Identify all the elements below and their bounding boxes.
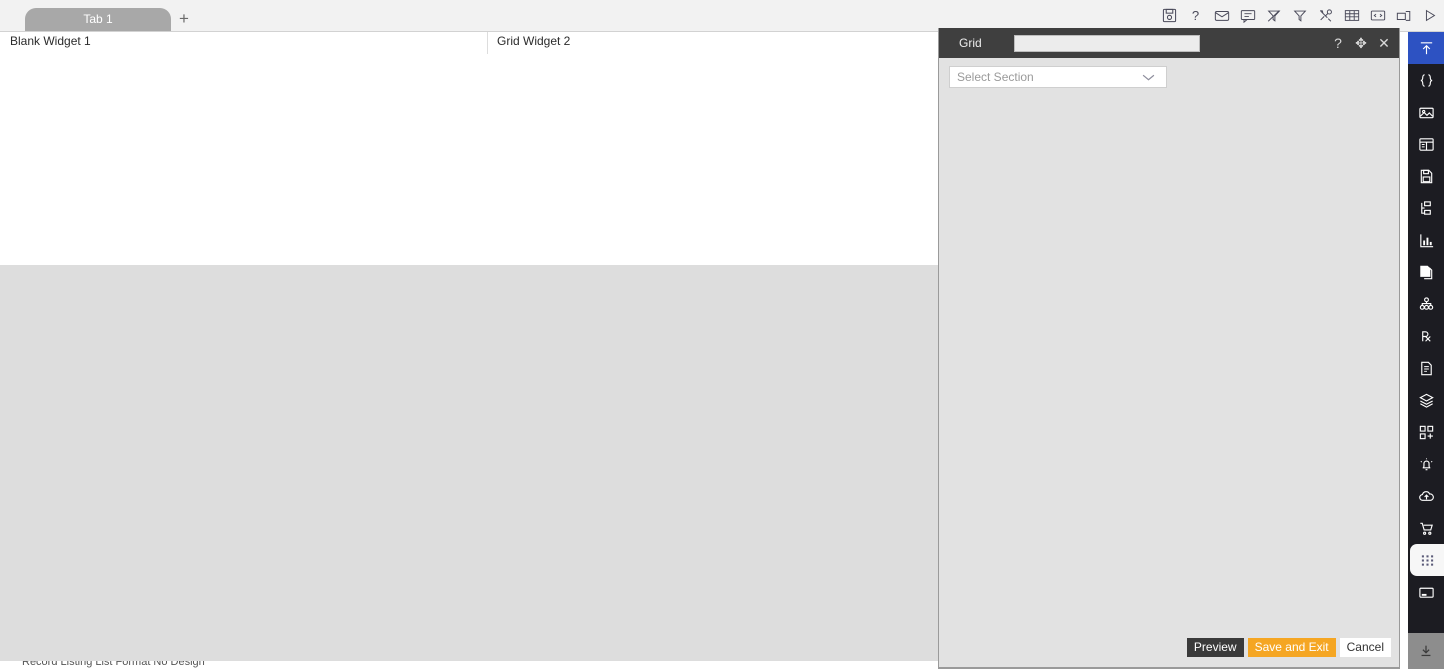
help-icon[interactable]: ? <box>1331 35 1345 51</box>
right-toolbar-rail <box>1408 32 1444 669</box>
cancel-button[interactable]: Cancel <box>1339 638 1391 657</box>
prescription-rx-icon[interactable] <box>1408 320 1444 352</box>
grid-widget-2-label: Grid Widget 2 <box>497 34 571 48</box>
panel-header: Grid ? ✥ ✕ <box>939 28 1399 58</box>
form-panel-icon[interactable] <box>1408 128 1444 160</box>
collapse-top-icon[interactable] <box>1408 32 1444 64</box>
filter-icon[interactable] <box>1291 7 1308 24</box>
network-icon[interactable] <box>1408 288 1444 320</box>
layers-icon[interactable] <box>1408 384 1444 416</box>
application-window: Tab 1 + ? Blank Widget 1 Grid Widget 2 R… <box>0 0 1444 669</box>
curly-braces-icon[interactable] <box>1408 64 1444 96</box>
chart-icon[interactable] <box>1408 224 1444 256</box>
cutoff-text-row: Record Listing List Format No Design <box>0 661 938 669</box>
duplicate-icon[interactable] <box>1395 7 1412 24</box>
help-icon[interactable]: ? <box>1187 7 1204 24</box>
save-and-exit-button[interactable]: Save and Exit <box>1247 638 1336 657</box>
add-tab-button[interactable]: + <box>171 8 197 31</box>
widget-gray-area[interactable] <box>0 265 938 661</box>
save-document-icon[interactable] <box>1408 160 1444 192</box>
image-icon[interactable] <box>1408 96 1444 128</box>
tools-icon[interactable] <box>1317 7 1334 24</box>
tab-strip: Tab 1 + <box>0 0 197 31</box>
design-canvas[interactable]: Blank Widget 1 Grid Widget 2 Record List… <box>0 32 938 669</box>
clear-filter-icon[interactable] <box>1265 7 1282 24</box>
alert-bell-icon[interactable] <box>1408 448 1444 480</box>
panel-body: Select Section Preview Save and Exit Can… <box>939 58 1399 669</box>
grid-properties-panel: Grid ? ✥ ✕ Select Section Preview Save a… <box>938 28 1400 669</box>
download-icon[interactable] <box>1408 633 1444 669</box>
save-icon[interactable] <box>1161 7 1178 24</box>
comment-icon[interactable] <box>1239 7 1256 24</box>
run-icon[interactable] <box>1421 7 1438 24</box>
mail-icon[interactable] <box>1213 7 1230 24</box>
top-toolbar-icons: ? <box>1161 0 1438 31</box>
document-lines-icon[interactable] <box>1408 352 1444 384</box>
grid-dots-icon[interactable] <box>1410 544 1444 576</box>
chevron-down-icon <box>1141 73 1166 82</box>
grid-name-input[interactable] <box>1014 34 1200 52</box>
select-section-dropdown[interactable]: Select Section <box>949 66 1167 88</box>
panel-footer-buttons: Preview Save and Exit Cancel <box>1186 638 1391 657</box>
tab-tab-1[interactable]: Tab 1 <box>25 8 171 31</box>
panel-header-icons: ? ✥ ✕ <box>1331 28 1391 58</box>
svg-text:?: ? <box>1192 8 1199 23</box>
page-copy-icon[interactable] <box>1408 256 1444 288</box>
move-icon[interactable]: ✥ <box>1354 35 1368 51</box>
cutoff-label: Record Listing List Format No Design <box>22 661 205 668</box>
select-section-value: Select Section <box>957 70 1034 84</box>
shopping-cart-icon[interactable] <box>1408 512 1444 544</box>
widget-divider <box>487 32 488 54</box>
blank-widget-1-label: Blank Widget 1 <box>10 34 91 48</box>
code-window-icon[interactable] <box>1369 7 1386 24</box>
table-icon[interactable] <box>1343 7 1360 24</box>
cloud-upload-icon[interactable] <box>1408 480 1444 512</box>
preview-button[interactable]: Preview <box>1186 638 1244 657</box>
window-icon[interactable] <box>1408 576 1444 608</box>
close-icon[interactable]: ✕ <box>1377 35 1391 51</box>
panel-title: Grid <box>959 36 982 50</box>
tab-label: Tab 1 <box>83 12 113 26</box>
tree-hierarchy-icon[interactable] <box>1408 192 1444 224</box>
add-widget-icon[interactable] <box>1408 416 1444 448</box>
